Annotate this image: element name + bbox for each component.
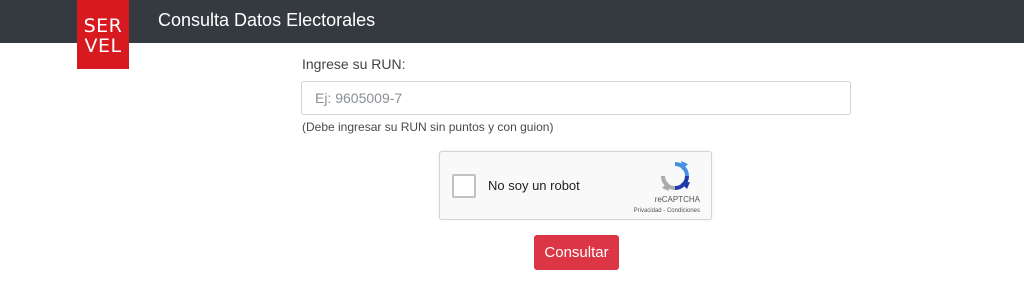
app-title: Consulta Datos Electorales bbox=[158, 10, 376, 30]
recaptcha-widget: No soy un robot reCAPTCHA Privacidad - C… bbox=[439, 151, 712, 220]
recaptcha-links[interactable]: Privacidad - Condiciones bbox=[634, 207, 700, 215]
recaptcha-checkbox[interactable] bbox=[452, 174, 476, 198]
recaptcha-icon bbox=[661, 161, 690, 191]
run-help-text: (Debe ingresar su RUN sin puntos y con g… bbox=[302, 120, 554, 134]
run-input[interactable] bbox=[301, 81, 851, 115]
run-label: Ingrese su RUN: bbox=[302, 56, 406, 72]
recaptcha-brand: reCAPTCHA bbox=[654, 195, 700, 204]
logo-text-line1: SER bbox=[83, 14, 123, 37]
top-navbar: Consulta Datos Electorales bbox=[0, 0, 1024, 43]
recaptcha-label: No soy un robot bbox=[488, 178, 580, 193]
servel-logo[interactable]: SER VEL bbox=[77, 0, 129, 69]
logo-text-line2: VEL bbox=[84, 34, 122, 57]
consultar-button[interactable]: Consultar bbox=[534, 235, 619, 270]
